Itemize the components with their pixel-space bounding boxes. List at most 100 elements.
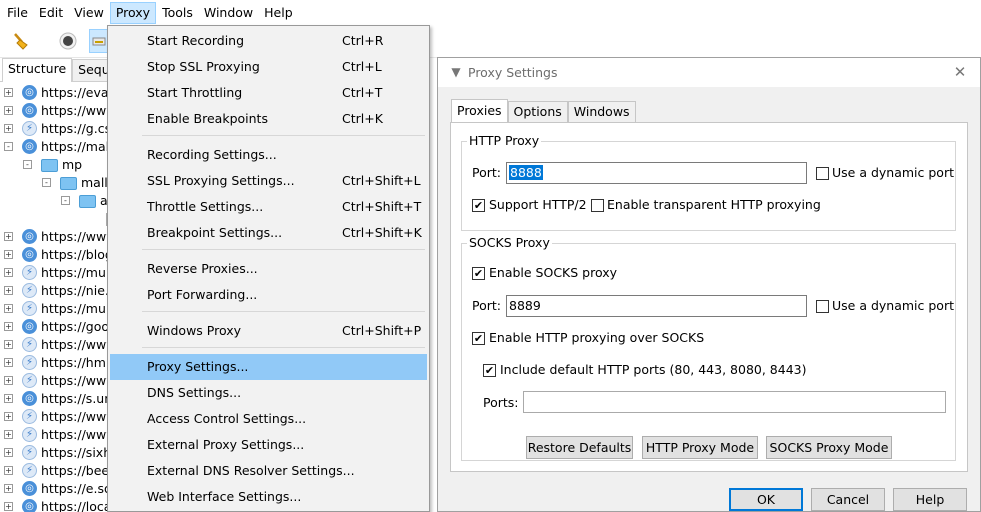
- broom-icon[interactable]: [8, 29, 34, 53]
- expand-icon[interactable]: +: [4, 232, 13, 241]
- http-dynamic-port-checkbox[interactable]: [816, 167, 829, 180]
- tree-row[interactable]: + ⚡ https://g.cs: [0, 120, 107, 138]
- expand-icon[interactable]: +: [4, 268, 13, 277]
- menu-item-stop-ssl-proxying[interactable]: Stop SSL Proxying Ctrl+L: [110, 54, 427, 80]
- tree-row[interactable]: + ◎ https://s.un: [0, 390, 107, 408]
- menu-item-ssl-proxying-settings[interactable]: SSL Proxying Settings... Ctrl+Shift+L: [110, 168, 427, 194]
- tree-row-label: https://blog: [41, 247, 108, 262]
- tree-row[interactable]: - mallo: [0, 174, 107, 192]
- tree-row[interactable]: + ◎ https://blog: [0, 246, 107, 264]
- include-default-ports-checkbox[interactable]: ✔: [483, 364, 496, 377]
- collapse-icon[interactable]: -: [61, 196, 70, 205]
- expand-icon[interactable]: +: [4, 124, 13, 133]
- tree-row[interactable]: + ⚡ https://www: [0, 426, 107, 444]
- tree-row[interactable]: + ◎ https://eva2: [0, 84, 107, 102]
- tree-row[interactable]: [0, 210, 107, 228]
- menu-edit[interactable]: Edit: [34, 2, 68, 24]
- record-icon[interactable]: [55, 29, 81, 53]
- tab-options[interactable]: Options: [507, 101, 568, 122]
- menu-item-start-throttling[interactable]: Start Throttling Ctrl+T: [110, 80, 427, 106]
- tree-row[interactable]: + ⚡ https://sixh: [0, 444, 107, 462]
- menu-item-windows-proxy[interactable]: Windows Proxy Ctrl+Shift+P: [110, 318, 427, 344]
- socks-dynamic-port-checkbox[interactable]: [816, 300, 829, 313]
- collapse-icon[interactable]: -: [42, 178, 51, 187]
- expand-icon[interactable]: +: [4, 448, 13, 457]
- throttle-icon[interactable]: [89, 29, 109, 53]
- tree-row[interactable]: + ◎ https://www: [0, 102, 107, 120]
- tree-row[interactable]: + ⚡ https://www: [0, 336, 107, 354]
- ok-button[interactable]: OK: [729, 488, 803, 511]
- close-icon[interactable]: ✕: [950, 62, 970, 82]
- tab-proxies[interactable]: Proxies: [451, 99, 508, 122]
- enable-socks-checkbox[interactable]: ✔: [472, 267, 485, 280]
- http-over-socks-checkbox[interactable]: ✔: [472, 332, 485, 345]
- tab-windows[interactable]: Windows: [567, 101, 636, 122]
- expand-icon[interactable]: +: [4, 340, 13, 349]
- restore-defaults-button[interactable]: Restore Defaults: [526, 436, 633, 459]
- expand-icon[interactable]: +: [4, 106, 13, 115]
- tree-row[interactable]: + ◎ https://goo: [0, 318, 107, 336]
- menu-item-external-dns-resolver-settings[interactable]: External DNS Resolver Settings...: [110, 458, 427, 484]
- menu-view[interactable]: View: [69, 2, 109, 24]
- menu-item-start-recording[interactable]: Start Recording Ctrl+R: [110, 28, 427, 54]
- help-button[interactable]: Help: [893, 488, 967, 511]
- tree-row[interactable]: + ◎ https://loca: [0, 498, 107, 512]
- expand-icon[interactable]: +: [4, 88, 13, 97]
- tree-row[interactable]: + ⚡ https://www: [0, 372, 107, 390]
- expand-icon[interactable]: +: [4, 358, 13, 367]
- collapse-icon[interactable]: -: [23, 160, 32, 169]
- expand-icon[interactable]: +: [4, 286, 13, 295]
- tree-row[interactable]: + ⚡ https://www: [0, 408, 107, 426]
- expand-icon[interactable]: +: [4, 430, 13, 439]
- tree-row[interactable]: -a: [0, 192, 107, 210]
- menu-item-throttle-settings[interactable]: Throttle Settings... Ctrl+Shift+T: [110, 194, 427, 220]
- menu-item-port-forwarding[interactable]: Port Forwarding...: [110, 282, 427, 308]
- expand-icon[interactable]: +: [4, 304, 13, 313]
- expand-icon[interactable]: +: [4, 412, 13, 421]
- tree-row[interactable]: + ⚡ https://mun: [0, 300, 107, 318]
- menu-item-recording-settings[interactable]: Recording Settings...: [110, 142, 427, 168]
- expand-icon[interactable]: +: [4, 466, 13, 475]
- tree-row[interactable]: + ◎ https://e.so: [0, 480, 107, 498]
- menu-item-access-control-settings[interactable]: Access Control Settings...: [110, 406, 427, 432]
- menu-item-external-proxy-settings[interactable]: External Proxy Settings...: [110, 432, 427, 458]
- menu-window[interactable]: Window: [199, 2, 258, 24]
- expand-icon[interactable]: +: [4, 394, 13, 403]
- tab-sequence[interactable]: Sequence: [72, 59, 107, 81]
- tree-row-label: https://bee: [41, 463, 108, 478]
- http2-checkbox[interactable]: ✔: [472, 199, 485, 212]
- menu-tools[interactable]: Tools: [157, 2, 198, 24]
- collapse-icon[interactable]: -: [4, 142, 13, 151]
- menu-proxy[interactable]: Proxy: [109, 1, 157, 24]
- tree-row[interactable]: + ⚡ https://nie.n: [0, 282, 107, 300]
- http-proxy-mode-button[interactable]: HTTP Proxy Mode: [642, 436, 758, 459]
- menu-item-enable-breakpoints[interactable]: Enable Breakpoints Ctrl+K: [110, 106, 427, 132]
- socks-port-field[interactable]: 8889: [506, 295, 807, 317]
- menu-item-label: Enable Breakpoints: [147, 111, 268, 126]
- socks-proxy-mode-button[interactable]: SOCKS Proxy Mode: [766, 436, 892, 459]
- menu-item-proxy-settings[interactable]: Proxy Settings...: [110, 354, 427, 380]
- tree-row-label: https://s.un: [41, 391, 108, 406]
- socks-ports-field[interactable]: [523, 391, 946, 413]
- expand-icon[interactable]: +: [4, 484, 13, 493]
- expand-icon[interactable]: +: [4, 376, 13, 385]
- transparent-proxy-checkbox[interactable]: [591, 199, 604, 212]
- tree-row[interactable]: + ◎ https://www: [0, 228, 107, 246]
- expand-icon[interactable]: +: [4, 322, 13, 331]
- menu-item-breakpoint-settings[interactable]: Breakpoint Settings... Ctrl+Shift+K: [110, 220, 427, 246]
- tab-structure[interactable]: Structure: [2, 58, 73, 82]
- expand-icon[interactable]: +: [4, 502, 13, 511]
- cancel-button[interactable]: Cancel: [811, 488, 885, 511]
- expand-icon[interactable]: +: [4, 250, 13, 259]
- menu-item-reverse-proxies[interactable]: Reverse Proxies...: [110, 256, 427, 282]
- menu-file[interactable]: File: [2, 2, 33, 24]
- tree-row[interactable]: - mp: [0, 156, 107, 174]
- tree-row[interactable]: + ⚡ https://hm.l: [0, 354, 107, 372]
- menu-help[interactable]: Help: [259, 2, 298, 24]
- tree-row[interactable]: - ◎ https://mall: [0, 138, 107, 156]
- http-port-field[interactable]: 8888: [506, 162, 807, 184]
- menu-item-web-interface-settings[interactable]: Web Interface Settings...: [110, 484, 427, 510]
- tree-row[interactable]: + ⚡ https://bee: [0, 462, 107, 480]
- menu-item-dns-settings[interactable]: DNS Settings...: [110, 380, 427, 406]
- tree-row[interactable]: + ⚡ https://mun: [0, 264, 107, 282]
